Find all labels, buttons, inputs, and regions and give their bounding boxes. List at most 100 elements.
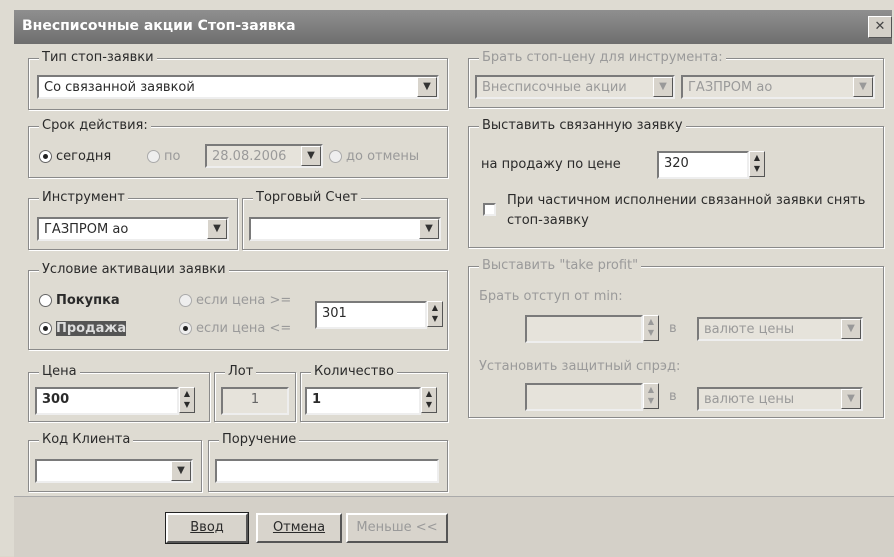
stop-security-select[interactable]: ГАЗПРОМ ао ▼ <box>681 75 875 99</box>
take-profit-group: Выставить "take profit" Брать отступ от … <box>468 258 884 418</box>
lot-value: 1 <box>250 392 260 407</box>
quantity-group: Количество 1 ▲ ▼ <box>300 364 448 422</box>
account-select[interactable]: ▼ <box>249 217 441 241</box>
offset-input[interactable] <box>525 315 643 343</box>
stop-class-select[interactable]: Внесписочные акции ▼ <box>475 75 675 99</box>
validity-date-field[interactable]: 28.08.2006 ▼ <box>205 144 323 168</box>
price-group: Цена 300 ▲ ▼ <box>28 364 210 422</box>
activation-group: Условие активации заявки Покупка Продажа… <box>28 262 448 350</box>
lot-legend: Лот <box>225 364 257 379</box>
instrument-group: Инструмент ГАЗПРОМ ао ▼ <box>28 190 238 250</box>
linked-order-legend: Выставить связанную заявку <box>479 118 686 133</box>
order-group: Поручение <box>208 432 448 492</box>
instrument-select[interactable]: ГАЗПРОМ ао ▼ <box>37 217 229 241</box>
offset-unit-select[interactable]: валюте цены ▼ <box>697 317 863 341</box>
activation-price-input[interactable]: 301 <box>315 301 427 329</box>
cancel-button[interactable]: Отмена <box>256 513 342 543</box>
chevron-down-icon[interactable]: ▼ <box>841 389 861 409</box>
if-le-radio[interactable]: если цена <= <box>179 321 291 336</box>
stop-type-value: Со связанной заявкой <box>44 80 195 95</box>
client-code-group: Код Клиента ▼ <box>28 432 202 492</box>
instrument-value: ГАЗПРОМ ао <box>44 222 129 237</box>
lot-group: Лот 1 <box>214 364 296 422</box>
stop-type-group: Тип стоп-заявки Со связанной заявкой ▼ <box>28 50 448 110</box>
close-icon[interactable]: ✕ <box>868 16 892 38</box>
price-input[interactable]: 300 <box>35 387 179 415</box>
chevron-down-icon[interactable]: ▼ <box>207 219 227 239</box>
less-label: Меньше << <box>356 520 438 535</box>
offset-spinner[interactable]: ▲ ▼ <box>643 315 659 341</box>
enter-button[interactable]: Ввод <box>165 512 249 544</box>
enter-label: Ввод <box>190 520 224 535</box>
take-profit-legend: Выставить "take profit" <box>479 258 642 273</box>
price-spinner[interactable]: ▲ ▼ <box>179 387 195 413</box>
stop-security-value: ГАЗПРОМ ао <box>688 80 773 95</box>
quantity-spinner[interactable]: ▲ ▼ <box>421 387 437 413</box>
price-value: 300 <box>42 392 70 407</box>
chevron-down-icon[interactable]: ▼ <box>853 77 873 97</box>
validity-date-value: 28.08.2006 <box>212 149 287 164</box>
chevron-down-icon[interactable]: ▼ <box>653 77 673 97</box>
activation-legend: Условие активации заявки <box>39 262 229 277</box>
chevron-down-icon[interactable]: ▼ <box>419 219 439 239</box>
client-code-select[interactable]: ▼ <box>35 459 193 483</box>
stop-class-value: Внесписочные акции <box>482 80 627 95</box>
validity-today-radio[interactable]: сегодня <box>39 149 111 164</box>
chevron-down-icon[interactable]: ▼ <box>841 319 861 339</box>
radio-icon <box>329 150 342 163</box>
offset-label: Брать отступ от min: <box>479 289 623 304</box>
spread-in-label: в <box>669 389 677 404</box>
stop-type-select[interactable]: Со связанной заявкой ▼ <box>37 75 439 99</box>
spread-spinner[interactable]: ▲ ▼ <box>643 383 659 409</box>
order-input[interactable] <box>215 459 439 483</box>
spread-label: Установить защитный спрэд: <box>479 359 681 374</box>
less-button[interactable]: Меньше << <box>346 513 448 543</box>
chevron-down-icon[interactable]: ▼ <box>301 146 321 166</box>
cancel-label: Отмена <box>272 520 326 535</box>
linked-price-input[interactable]: 320 <box>657 151 749 179</box>
offset-unit-value: валюте цены <box>704 322 795 337</box>
button-bar: Ввод Отмена Меньше << <box>14 496 894 557</box>
radio-icon <box>39 294 52 307</box>
linked-price-spinner[interactable]: ▲ ▼ <box>749 151 765 177</box>
chevron-down-icon[interactable]: ▼ <box>171 461 191 481</box>
radio-icon <box>179 294 192 307</box>
stop-type-legend: Тип стоп-заявки <box>39 50 157 65</box>
cancel-stop-label: При частичном исполнении связанной заявк… <box>507 193 866 228</box>
account-group: Торговый Счет ▼ <box>242 190 448 250</box>
spread-unit-select[interactable]: валюте цены ▼ <box>697 387 863 411</box>
title-bar: Внесписочные акции Стоп-заявка ✕ <box>14 10 892 44</box>
window-title: Внесписочные акции Стоп-заявка <box>22 18 296 34</box>
if-ge-radio[interactable]: если цена >= <box>179 293 291 308</box>
sell-radio[interactable]: Продажа <box>39 321 127 336</box>
validity-until-label: по <box>164 149 181 164</box>
if-le-label: если цена <= <box>196 321 292 336</box>
price-legend: Цена <box>39 364 80 379</box>
cancel-stop-checkbox[interactable] <box>483 203 496 216</box>
lot-field: 1 <box>221 387 289 415</box>
linked-order-group: Выставить связанную заявку на продажу по… <box>468 118 884 248</box>
buy-radio[interactable]: Покупка <box>39 293 120 308</box>
quantity-input[interactable]: 1 <box>305 387 421 415</box>
linked-price-label: на продажу по цене <box>481 157 621 172</box>
activation-price-value: 301 <box>322 306 347 321</box>
validity-group: Срок действия: сегодня по 28.08.2006 ▼ д… <box>28 118 448 178</box>
spread-unit-value: валюте цены <box>704 392 795 407</box>
dialog-window: Внесписочные акции Стоп-заявка ✕ Тип сто… <box>0 0 894 557</box>
sell-label: Продажа <box>56 321 127 336</box>
radio-icon <box>39 150 52 163</box>
radio-icon <box>39 322 52 335</box>
if-ge-label: если цена >= <box>196 293 292 308</box>
order-legend: Поручение <box>219 432 300 447</box>
validity-until-radio[interactable]: по <box>147 149 180 164</box>
activation-price-spinner[interactable]: ▲ ▼ <box>427 301 443 327</box>
quantity-value: 1 <box>312 392 322 407</box>
instrument-legend: Инструмент <box>39 190 128 205</box>
validity-until-cancel-radio[interactable]: до отмены <box>329 149 419 164</box>
radio-icon <box>179 322 192 335</box>
chevron-down-icon[interactable]: ▼ <box>417 77 437 97</box>
spread-input[interactable] <box>525 383 643 411</box>
validity-until-cancel-label: до отмены <box>346 149 420 164</box>
client-code-legend: Код Клиента <box>39 432 134 447</box>
validity-today-label: сегодня <box>56 149 112 164</box>
